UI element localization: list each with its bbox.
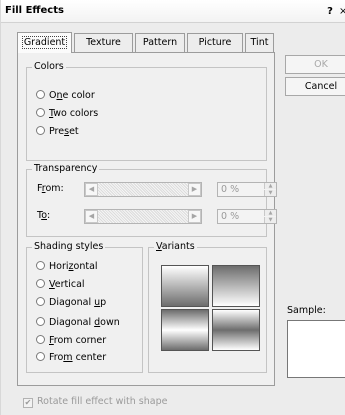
title-bar: Fill Effects ? × — [1, 0, 345, 23]
variants-group: Variants — [148, 241, 267, 373]
radio-preset[interactable]: Preset — [36, 125, 79, 139]
radio-circle-icon — [36, 297, 45, 306]
shading-styles-group: Shading styles Horizontal Vertical Diago… — [26, 241, 143, 373]
radio-circle-icon — [36, 90, 45, 99]
radio-circle-icon — [36, 279, 45, 288]
from-value-input[interactable]: 0 % ▲ ▼ — [217, 182, 277, 197]
variant-swatch-4[interactable] — [212, 309, 260, 351]
radio-horizontal[interactable]: Horizontal — [36, 260, 98, 274]
rotate-fill-label: Rotate fill effect with shape — [37, 396, 168, 407]
radio-circle-icon — [36, 108, 45, 117]
to-label: To: — [37, 210, 51, 221]
radio-text: wo colors — [53, 108, 99, 119]
radio-circle-icon — [36, 126, 45, 135]
help-button[interactable]: ? — [323, 6, 337, 18]
radio-circle-icon — [36, 352, 45, 361]
radio-circle-icon — [36, 317, 45, 326]
ok-button[interactable]: OK — [285, 55, 345, 74]
radio-from-corner[interactable]: From corner — [36, 334, 106, 348]
spin-down-icon[interactable]: ▼ — [264, 217, 276, 223]
dialog-title: Fill Effects — [5, 5, 64, 16]
radio-text: et — [69, 126, 79, 137]
gradient-panel: Colors One color Two colors Preset Trans… — [17, 52, 277, 386]
variant-swatch-3[interactable] — [161, 309, 209, 351]
radio-diagonal-up[interactable]: Diagonal up — [36, 296, 106, 310]
variant-swatch-1[interactable] — [161, 265, 209, 307]
radio-text: e color — [62, 90, 95, 101]
tab-picture[interactable]: Picture — [187, 33, 243, 52]
spin-down-icon[interactable]: ▼ — [264, 190, 276, 196]
arrow-right-icon[interactable]: ▶ — [188, 210, 201, 223]
to-slider[interactable]: ◀ ▶ — [84, 209, 202, 224]
radio-one-color[interactable]: One color — [36, 89, 95, 103]
radio-text: Pre — [49, 126, 65, 137]
radio-diagonal-down[interactable]: Diagonal down — [36, 316, 120, 330]
colors-group: Colors One color Two colors Preset — [26, 61, 267, 161]
variant-grid — [161, 265, 260, 351]
arrow-left-icon[interactable]: ◀ — [85, 183, 98, 196]
radio-from-center[interactable]: From center — [36, 351, 106, 365]
radio-vertical[interactable]: Vertical — [36, 278, 85, 292]
tab-texture[interactable]: Texture — [74, 33, 133, 52]
spin-up-icon[interactable]: ▲ — [264, 210, 276, 216]
shading-styles-label: Shading styles — [32, 241, 106, 253]
transparency-group-label: Transparency — [32, 163, 100, 175]
rotate-fill-checkbox[interactable]: ✔ Rotate fill effect with shape — [23, 396, 167, 408]
radio-circle-icon — [36, 261, 45, 270]
variant-swatch-2[interactable] — [212, 265, 260, 307]
tab-gradient[interactable]: Gradient — [17, 32, 72, 53]
cancel-button[interactable]: Cancel — [285, 77, 345, 96]
fill-effects-dialog: Fill Effects ? × Gradient Texture Patter… — [0, 0, 345, 415]
transparency-group: Transparency From: ◀ ▶ 0 % ▲ ▼ To: ◀ ▶ 0… — [26, 163, 277, 237]
from-slider[interactable]: ◀ ▶ — [84, 182, 202, 197]
variants-label: Variants — [154, 241, 197, 253]
radio-two-colors[interactable]: Two colors — [36, 107, 98, 121]
tab-pattern[interactable]: Pattern — [135, 33, 185, 52]
checkmark-icon: ✔ — [23, 398, 33, 408]
arrow-left-icon[interactable]: ◀ — [85, 210, 98, 223]
colors-group-label: Colors — [32, 61, 66, 73]
radio-circle-icon — [36, 335, 45, 344]
sample-preview — [287, 320, 345, 378]
sample-label: Sample: — [287, 305, 326, 316]
tab-tint[interactable]: Tint — [245, 33, 274, 52]
close-button[interactable]: × — [339, 6, 345, 18]
spin-up-icon[interactable]: ▲ — [264, 183, 276, 189]
arrow-right-icon[interactable]: ▶ — [188, 183, 201, 196]
from-label: From: — [37, 183, 64, 194]
to-value-input[interactable]: 0 % ▲ ▼ — [217, 209, 277, 224]
